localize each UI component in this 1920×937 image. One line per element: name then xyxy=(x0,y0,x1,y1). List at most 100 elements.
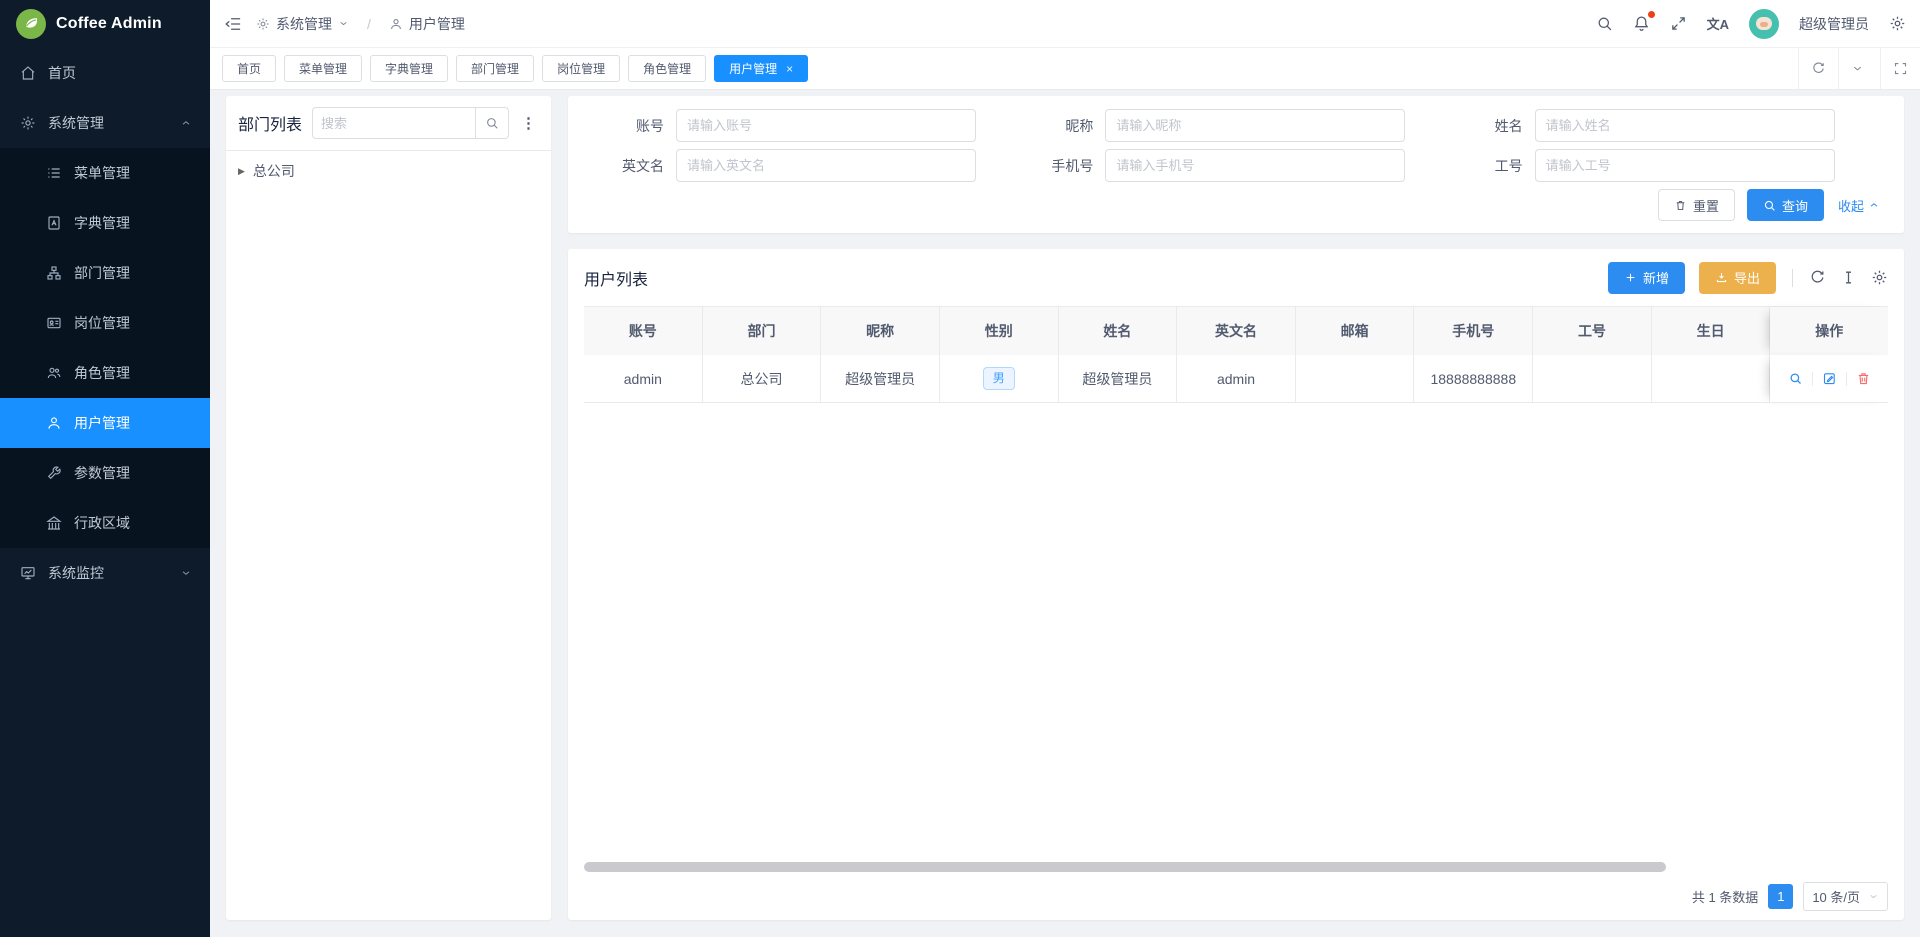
tab-post-mgmt[interactable]: 岗位管理 xyxy=(542,55,620,82)
page-size-select[interactable]: 10 条/页 xyxy=(1803,882,1888,911)
tree-caret-icon[interactable]: ▶ xyxy=(238,166,245,177)
tab-home[interactable]: 首页 xyxy=(222,55,276,82)
tab-role-mgmt[interactable]: 角色管理 xyxy=(628,55,706,82)
sidebar-group-system[interactable]: 系统管理 xyxy=(0,98,210,148)
more-options-icon[interactable]: ⋮ xyxy=(519,114,539,132)
nickname-field[interactable] xyxy=(1105,109,1405,142)
translate-icon[interactable]: 文A xyxy=(1707,14,1729,33)
app-title: Coffee Admin xyxy=(56,15,162,33)
sidebar-group-monitor[interactable]: 系统监控 xyxy=(0,548,210,598)
collapse-filters-link[interactable]: 收起 xyxy=(1838,196,1880,215)
user-icon xyxy=(46,415,62,431)
fullscreen-icon[interactable] xyxy=(1670,15,1687,32)
tab-label: 菜单管理 xyxy=(299,60,347,77)
refresh-icon[interactable] xyxy=(1798,48,1838,89)
account-field[interactable] xyxy=(676,109,976,142)
sidebar-item-menu-mgmt[interactable]: 菜单管理 xyxy=(0,148,210,198)
view-detail-icon[interactable] xyxy=(1788,371,1803,386)
row-height-icon[interactable] xyxy=(1840,269,1857,286)
avatar[interactable] xyxy=(1749,9,1779,39)
sidebar-item-label: 部门管理 xyxy=(74,263,130,283)
search-icon[interactable] xyxy=(1596,15,1613,32)
sidebar-group-label: 系统监控 xyxy=(48,563,104,583)
tab-dict-mgmt[interactable]: 字典管理 xyxy=(370,55,448,82)
sidebar-item-post-mgmt[interactable]: 岗位管理 xyxy=(0,298,210,348)
add-user-button[interactable]: 新增 xyxy=(1608,262,1685,294)
search-icon xyxy=(1763,199,1776,212)
job-number-field[interactable] xyxy=(1535,149,1835,182)
sidebar-item-user-mgmt[interactable]: 用户管理 xyxy=(0,398,210,448)
tab-close-icon[interactable]: × xyxy=(786,62,793,76)
sidebar-group-label: 系统管理 xyxy=(48,113,104,133)
query-button[interactable]: 查询 xyxy=(1747,189,1824,221)
field-label-name: 姓名 xyxy=(1451,116,1523,136)
edit-icon[interactable] xyxy=(1822,371,1837,386)
column-header-actions: 操作 xyxy=(1770,307,1888,355)
sidebar-item-dict-mgmt[interactable]: 字典管理 xyxy=(0,198,210,248)
tab-bar: 首页 菜单管理 字典管理 部门管理 岗位管理 角色管理 用户管理× xyxy=(210,48,1920,90)
gear-icon xyxy=(20,115,36,131)
column-header: 邮箱 xyxy=(1296,307,1415,355)
sidebar-item-role-mgmt[interactable]: 角色管理 xyxy=(0,348,210,398)
tab-label: 首页 xyxy=(237,60,261,77)
table-header-row: 账号 部门 昵称 性别 姓名 英文名 邮箱 手机号 工号 生日 操作 xyxy=(584,306,1888,355)
phone-field[interactable] xyxy=(1105,149,1405,182)
department-tree: ▶ 总公司 xyxy=(226,151,551,191)
gear-icon xyxy=(256,17,270,31)
action-divider xyxy=(1846,372,1847,386)
bell-icon[interactable] xyxy=(1633,15,1650,32)
org-chart-icon xyxy=(46,265,62,281)
column-header: 工号 xyxy=(1533,307,1652,355)
menu-fold-icon[interactable] xyxy=(224,15,242,33)
collapse-link-label: 收起 xyxy=(1838,196,1864,215)
column-header: 生日 xyxy=(1652,307,1771,355)
query-button-label: 查询 xyxy=(1782,196,1808,215)
clear-icon xyxy=(1674,199,1687,212)
chevron-down-icon xyxy=(338,18,349,29)
delete-icon[interactable] xyxy=(1856,371,1871,386)
department-search-button[interactable] xyxy=(475,107,509,139)
column-header: 部门 xyxy=(703,307,822,355)
department-search-input[interactable] xyxy=(312,107,475,139)
content-fullscreen-icon[interactable] xyxy=(1880,48,1920,89)
breadcrumb-level2[interactable]: 用户管理 xyxy=(389,14,465,34)
sidebar-item-dept-mgmt[interactable]: 部门管理 xyxy=(0,248,210,298)
current-user-name[interactable]: 超级管理员 xyxy=(1799,14,1869,34)
chevron-down-icon[interactable] xyxy=(1838,48,1876,89)
export-button[interactable]: 导出 xyxy=(1699,262,1776,294)
reset-button[interactable]: 重置 xyxy=(1658,189,1735,221)
column-settings-gear-icon[interactable] xyxy=(1871,269,1888,286)
download-icon xyxy=(1715,271,1728,284)
sidebar-item-label: 岗位管理 xyxy=(74,313,130,333)
breadcrumb-text: 用户管理 xyxy=(409,14,465,34)
cell-phone: 18888888888 xyxy=(1414,355,1533,403)
sidebar-item-param-mgmt[interactable]: 参数管理 xyxy=(0,448,210,498)
page-number-button[interactable]: 1 xyxy=(1768,884,1793,909)
settings-gear-icon[interactable] xyxy=(1889,15,1906,32)
sidebar-item-admin-region[interactable]: 行政区域 xyxy=(0,498,210,548)
tab-dept-mgmt[interactable]: 部门管理 xyxy=(456,55,534,82)
cell-actions xyxy=(1770,355,1888,403)
tab-user-mgmt[interactable]: 用户管理× xyxy=(714,55,808,82)
sidebar-submenu: 菜单管理 字典管理 部门管理 岗位管理 角色管理 用户管理 xyxy=(0,148,210,548)
monitor-icon xyxy=(20,565,36,581)
cell-dept: 总公司 xyxy=(703,355,822,403)
user-icon xyxy=(389,17,403,31)
scrollbar-thumb[interactable] xyxy=(584,862,1666,872)
sidebar-item-label: 首页 xyxy=(48,63,76,83)
tab-menu-mgmt[interactable]: 菜单管理 xyxy=(284,55,362,82)
tab-label: 部门管理 xyxy=(471,60,519,77)
user-list-title: 用户列表 xyxy=(584,266,648,290)
english-name-field[interactable] xyxy=(676,149,976,182)
chevron-up-icon xyxy=(180,117,192,129)
sidebar-item-label: 行政区域 xyxy=(74,513,130,533)
gender-tag: 男 xyxy=(983,367,1015,390)
sidebar-item-home[interactable]: 首页 xyxy=(0,48,210,98)
tree-node-head-office[interactable]: ▶ 总公司 xyxy=(238,161,539,181)
cell-gender: 男 xyxy=(940,355,1059,403)
breadcrumb-level1[interactable]: 系统管理 xyxy=(256,14,349,34)
id-card-icon xyxy=(46,315,62,331)
name-field[interactable] xyxy=(1535,109,1835,142)
cell-nickname: 超级管理员 xyxy=(821,355,940,403)
refresh-icon[interactable] xyxy=(1809,269,1826,286)
